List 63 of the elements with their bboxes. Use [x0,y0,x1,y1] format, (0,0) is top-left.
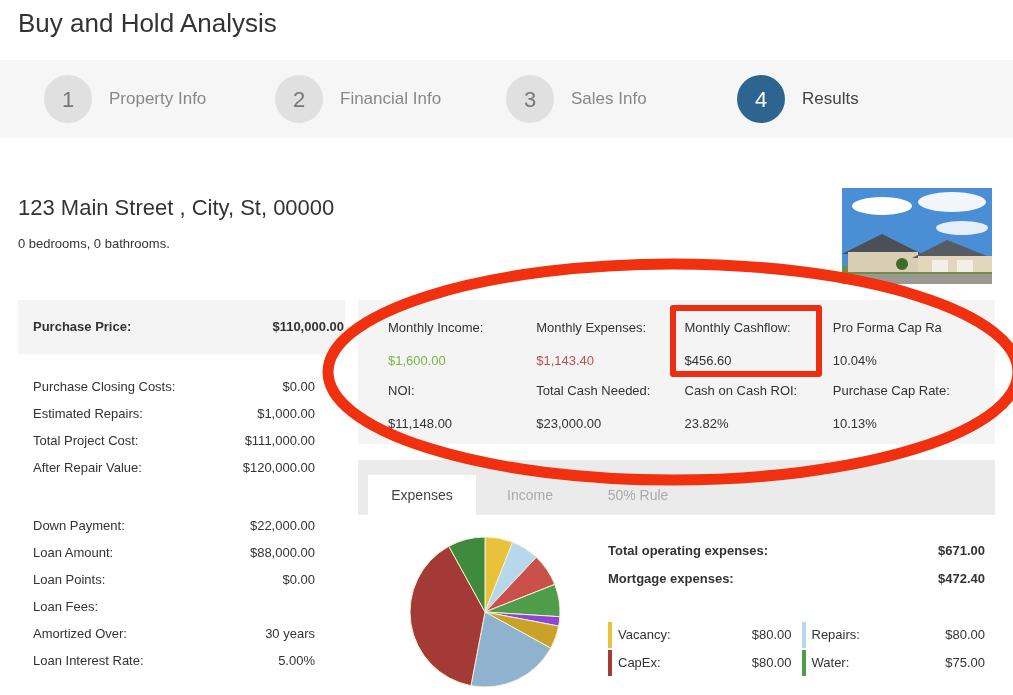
metric-label: Total Cash Needed: [536,382,652,400]
legend-label: Vacancy: [618,626,672,645]
property-details: 0 bedrooms, 0 bathrooms. [18,235,171,253]
row-label: Amortized Over: [33,624,127,643]
legend-label: Water: [811,654,851,673]
step-number[interactable]: 3 [506,75,554,123]
tab[interactable]: Income [476,475,584,515]
metric-value: $1,600.00 [388,351,447,370]
step-label[interactable]: Sales Info [571,86,647,112]
row-label: Total Project Cost: [33,431,139,450]
row-label: Loan Amount: [33,543,114,562]
row-label: After Repair Value: [33,458,142,477]
total-label: Total operating expenses: [608,542,769,561]
row-value: $111,000.00 [244,431,315,450]
metric-label: Monthly Income: [388,319,485,337]
row-value: $0.00 [282,377,315,396]
step-label[interactable]: Property Info [109,86,207,112]
row-value: $0.00 [282,570,315,589]
metric-value: 10.04% [832,351,878,370]
row-value: $120,000.00 [242,458,315,477]
total-value: $472.40 [938,570,985,589]
legend-value: $80.00 [751,654,792,673]
total-value: $671.00 [938,542,985,561]
legend-label: CapEx: [618,654,662,673]
metric-label: Monthly Expenses: [536,319,648,337]
row-label: Loan Fees: [33,597,99,616]
legend-label: Repairs: [811,626,861,645]
step-number[interactable]: 1 [44,75,92,123]
row-label: Down Payment: [33,516,125,535]
row-label: Estimated Repairs: [33,404,143,423]
tab[interactable]: Expenses [368,475,476,515]
metric-label: Monthly Cashflow: [684,319,792,337]
metric-value: $1,143.40 [536,351,596,370]
metric-label: Cash on Cash ROI: [684,382,799,400]
metric-label: Pro Forma Cap Ra [832,319,943,337]
property-address: 123 Main Street , City, St, 00000 [18,194,335,222]
row-label: Loan Interest Rate: [33,651,144,670]
legend-value: $80.00 [945,626,985,645]
total-label: Mortgage expenses: [608,570,734,589]
metric-label: Purchase Cap Rate: [832,382,951,400]
row-label: Loan Points: [33,570,106,589]
row-label: Purchase Price: [33,318,132,337]
row-value: $1,000.00 [257,404,315,423]
row-value: $88,000.00 [249,543,315,562]
metric-label: NOI: [388,382,416,400]
row-value: $22,000.00 [249,516,315,535]
tab[interactable]: 50% Rule [584,475,692,515]
row-label: Purchase Closing Costs: [33,377,176,396]
metric-value: 23.82% [684,414,730,433]
legend-value: $75.00 [945,654,985,673]
row-value: $110,000.00 [272,318,344,337]
step-label[interactable]: Results [802,86,859,112]
row-value: 5.00% [278,651,315,670]
step-number[interactable]: 2 [275,75,323,123]
row-value: 30 years [265,624,315,643]
step-label[interactable]: Financial Info [340,86,442,112]
metric-value: 10.13% [832,414,878,433]
metric-value: $23,000.00 [536,414,603,433]
legend-value: $80.00 [751,626,792,645]
page-title: Buy and Hold Analysis [17,7,278,40]
metric-value: $11,148.00 [388,414,454,433]
step-number[interactable]: 4 [737,75,785,123]
metric-value: $456.60 [684,351,733,370]
